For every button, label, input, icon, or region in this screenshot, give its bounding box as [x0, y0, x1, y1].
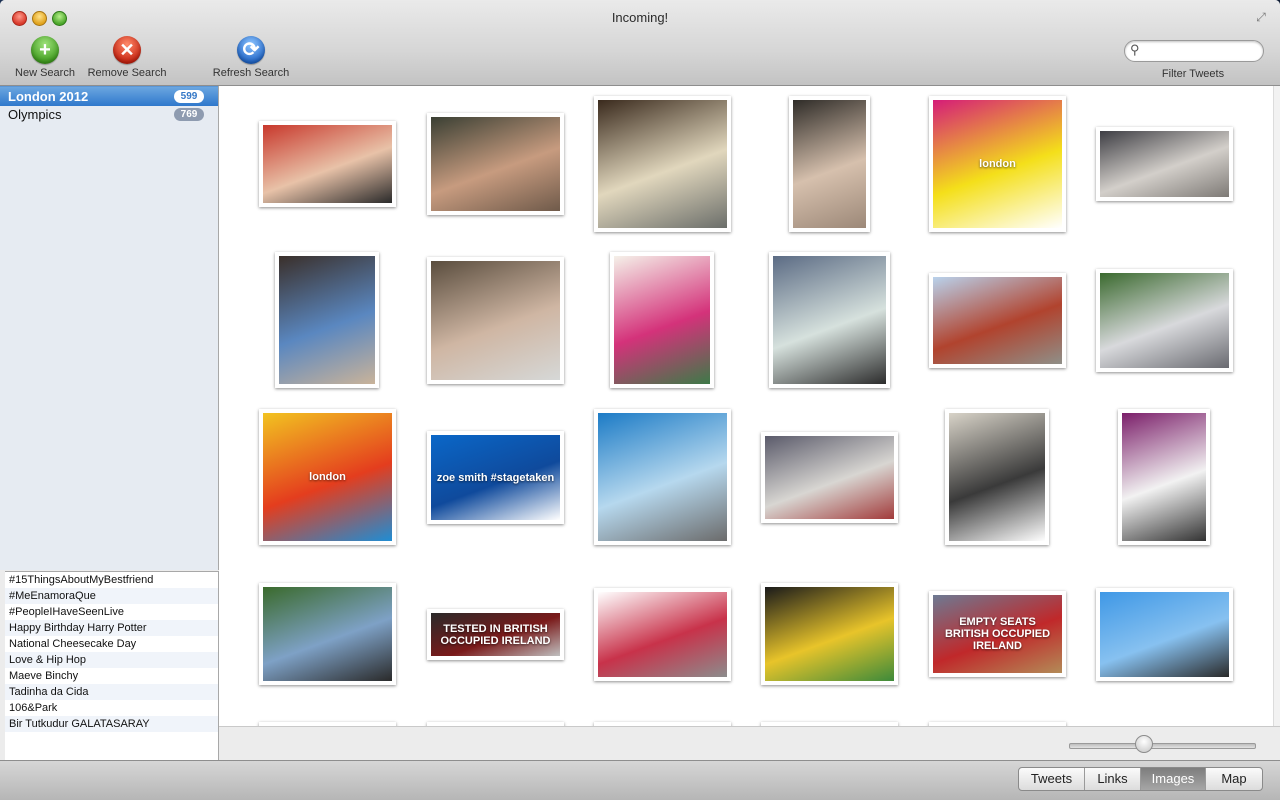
- thumbnail-image: [431, 117, 560, 211]
- window-title: Incoming!: [611, 10, 669, 25]
- image-thumbnail-swimming-pool[interactable]: [594, 409, 731, 545]
- trend-item[interactable]: #15ThingsAboutMyBestfriend: [5, 572, 218, 588]
- trend-item[interactable]: #MeEnamoraQue: [5, 588, 218, 604]
- image-thumbnail-tested-in-british-occupied-ireland[interactable]: TESTED IN BRITISH OCCUPIED IRELAND: [427, 609, 564, 660]
- trend-item[interactable]: Tadinha da Cida: [5, 684, 218, 700]
- saved-searches-sidebar: London 2012 599 Olympics 769: [0, 86, 219, 570]
- vertical-scrollbar[interactable]: [1273, 86, 1280, 726]
- trend-item[interactable]: National Cheesecake Day: [5, 636, 218, 652]
- image-thumbnail-arabic-newspaper[interactable]: [610, 252, 714, 388]
- image-thumbnail-zoe-smith-stagetaken[interactable]: zoe smith #stagetaken: [427, 431, 564, 524]
- thumbnail-image: [1100, 273, 1229, 368]
- tab-map[interactable]: Map: [1206, 768, 1262, 790]
- thumbnail-image: [933, 277, 1062, 364]
- thumbnail-image: [765, 587, 894, 681]
- tab-images[interactable]: Images: [1141, 768, 1206, 790]
- image-thumbnail-celebrity-with-fans[interactable]: [427, 113, 564, 215]
- search-name: Olympics: [8, 107, 62, 122]
- image-thumbnail-team-parade[interactable]: [761, 583, 898, 685]
- image-thumbnail-medal-table-list[interactable]: [594, 588, 731, 681]
- image-thumbnail-night-crowd-palace[interactable]: [594, 96, 731, 232]
- thumbnail-image: [598, 592, 727, 677]
- thumbnail-caption: london: [309, 471, 346, 483]
- new-search-button[interactable]: + New Search: [12, 36, 78, 79]
- thumbnail-image: [614, 256, 710, 384]
- sidebar-item-olympics[interactable]: Olympics 769: [0, 105, 218, 124]
- thumbnail-image: [773, 256, 886, 384]
- filter-tweets-input[interactable]: [1147, 42, 1259, 60]
- search-name: London 2012: [8, 89, 89, 104]
- image-thumbnail-olympic-stadium-crowd[interactable]: [929, 273, 1066, 368]
- thumbnail-image: [263, 587, 392, 681]
- thumbnail-image: TESTED IN BRITISH OCCUPIED IRELAND: [431, 613, 560, 656]
- tab-links[interactable]: Links: [1085, 768, 1141, 790]
- count-badge: 599: [174, 90, 204, 103]
- image-thumbnail-street-with-van[interactable]: [1096, 269, 1233, 372]
- trend-item[interactable]: Love & Hip Hop: [5, 652, 218, 668]
- refresh-search-button[interactable]: ⟳ Refresh Search: [210, 36, 292, 79]
- thumbnail-caption: london: [979, 158, 1016, 170]
- image-thumbnail-shop-visitors[interactable]: [275, 252, 379, 388]
- zoom-bar: [219, 726, 1280, 761]
- bottom-bar: Tweets Links Images Map: [0, 760, 1280, 800]
- thumbnail-image: EMPTY SEATS BRITISH OCCUPIED IRELAND: [933, 595, 1062, 673]
- image-grid: london london zoe smith #stagetaken TESTED …: [219, 86, 1273, 726]
- image-thumbnail-medal-table-app[interactable]: [1118, 409, 1210, 545]
- image-thumbnail-empty-seats-stadium[interactable]: EMPTY SEATS BRITISH OCCUPIED IRELAND: [929, 591, 1066, 677]
- image-thumbnail-man-with-phone[interactable]: [945, 409, 1049, 545]
- image-thumbnail-high-jump-athlete[interactable]: [1096, 588, 1233, 681]
- titlebar-toolbar: Incoming! ⤢ + New Search ✕ Remove Search…: [0, 0, 1280, 86]
- thumbnail-image: [1100, 131, 1229, 197]
- image-thumbnail-two-people-portrait[interactable]: [789, 96, 870, 232]
- thumbnail-image: [765, 436, 894, 519]
- zoom-slider-knob[interactable]: [1135, 735, 1153, 753]
- filter-tweets-label: Filter Tweets: [1161, 68, 1225, 80]
- image-thumbnail-selfie-with-fan[interactable]: [427, 257, 564, 384]
- tab-tweets[interactable]: Tweets: [1019, 768, 1085, 790]
- refresh-icon: ⟳: [237, 36, 265, 64]
- filter-search-field[interactable]: ⚲: [1124, 40, 1264, 62]
- image-thumbnail-tennis-centre-court[interactable]: [259, 583, 396, 685]
- thumbnail-image: [1122, 413, 1206, 541]
- sidebar-item-london-2012[interactable]: London 2012 599: [0, 86, 218, 106]
- trend-item[interactable]: Bir Tutkudur GALATASARAY: [5, 716, 218, 732]
- thumbnail-image: london: [933, 100, 1062, 228]
- image-thumbnail-london-2012-logo-yellow[interactable]: london: [259, 409, 396, 545]
- search-icon: ⚲: [1130, 42, 1140, 57]
- image-thumbnail-london-2012-logo-magenta[interactable]: london: [929, 96, 1066, 232]
- thumbnail-caption: EMPTY SEATS BRITISH OCCUPIED IRELAND: [944, 616, 1051, 652]
- thumbnail-image: [263, 125, 392, 203]
- new-search-label: New Search: [15, 67, 75, 79]
- remove-search-button[interactable]: ✕ Remove Search: [86, 36, 168, 79]
- trend-item[interactable]: Happy Birthday Harry Potter: [5, 620, 218, 636]
- thumbnail-image: [598, 413, 727, 541]
- remove-search-label: Remove Search: [87, 67, 167, 79]
- trending-topics-list: #15ThingsAboutMyBestfriend #MeEnamoraQue…: [5, 571, 219, 762]
- thumbnail-image: [279, 256, 375, 384]
- zoom-slider-track[interactable]: [1069, 743, 1256, 749]
- fullscreen-icon[interactable]: ⤢: [1254, 10, 1268, 24]
- thumbnail-image: [949, 413, 1045, 541]
- thumbnail-caption: TESTED IN BRITISH OCCUPIED IRELAND: [440, 622, 551, 647]
- x-icon: ✕: [113, 36, 141, 64]
- image-thumbnail-athletes-embrace[interactable]: [761, 432, 898, 523]
- thumbnail-image: [793, 100, 866, 228]
- image-thumbnail-group-on-sofa[interactable]: [1096, 127, 1233, 201]
- app-window: Incoming! ⤢ + New Search ✕ Remove Search…: [0, 0, 1280, 800]
- view-segmented-control: Tweets Links Images Map: [1018, 767, 1263, 791]
- trend-item[interactable]: Maeve Binchy: [5, 668, 218, 684]
- thumbnail-image: [598, 100, 727, 228]
- thumbnail-image: [431, 261, 560, 380]
- trend-item[interactable]: 106&Park: [5, 700, 218, 716]
- image-thumbnail-two-men-suits[interactable]: [769, 252, 890, 388]
- thumbnail-image: london: [263, 413, 392, 541]
- thumbnail-image: zoe smith #stagetaken: [431, 435, 560, 520]
- plus-icon: +: [31, 36, 59, 64]
- trend-item[interactable]: #PeopleIHaveSeenLive: [5, 604, 218, 620]
- thumbnail-image: [1100, 592, 1229, 677]
- refresh-search-label: Refresh Search: [212, 67, 290, 79]
- image-thumbnail-medal-athlete[interactable]: [259, 121, 396, 207]
- thumbnail-caption: zoe smith #stagetaken: [436, 471, 555, 484]
- count-badge: 769: [174, 108, 204, 121]
